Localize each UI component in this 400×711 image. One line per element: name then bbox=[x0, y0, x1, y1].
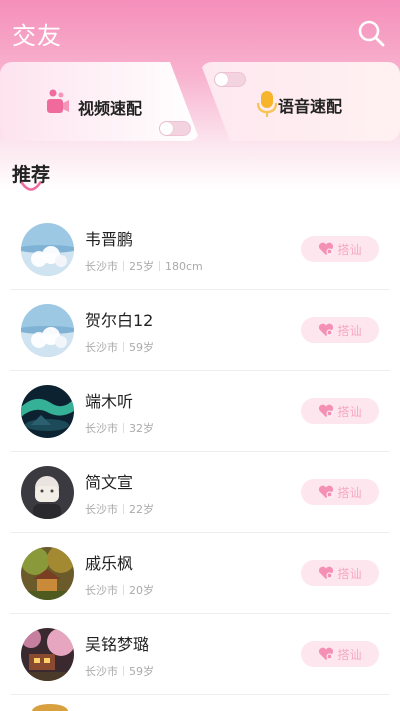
search-button[interactable] bbox=[356, 18, 386, 48]
next-avatar-peek bbox=[32, 704, 68, 711]
user-meta: 长沙市 25岁 180cm bbox=[85, 258, 203, 274]
meta-divider bbox=[123, 261, 124, 271]
user-height: 180cm bbox=[165, 260, 203, 273]
user-city: 长沙市 bbox=[85, 341, 118, 354]
user-name: 贺尔白12 bbox=[85, 311, 154, 330]
user-age: 20岁 bbox=[129, 584, 154, 597]
video-match-label: 视频速配 bbox=[78, 99, 143, 118]
meta-divider bbox=[123, 585, 124, 595]
heart-icon bbox=[319, 404, 334, 417]
section-underline-decoration bbox=[20, 181, 42, 191]
heart-icon bbox=[319, 485, 334, 498]
heart-icon bbox=[319, 323, 334, 336]
meta-divider bbox=[123, 504, 124, 514]
toggle-knob bbox=[160, 122, 173, 135]
avatar-dandelion-image bbox=[21, 304, 74, 357]
chat-up-label: 搭讪 bbox=[337, 323, 362, 338]
avatar[interactable] bbox=[21, 304, 74, 357]
chat-up-button[interactable]: 搭讪 bbox=[301, 398, 379, 424]
voice-match-toggle[interactable] bbox=[214, 72, 246, 87]
meta-divider bbox=[123, 666, 124, 676]
chat-up-button[interactable]: 搭讪 bbox=[301, 641, 379, 667]
user-age: 32岁 bbox=[129, 422, 154, 435]
heart-icon bbox=[319, 242, 334, 255]
video-match-card[interactable]: 视频速配 bbox=[0, 62, 200, 141]
user-row[interactable]: 吴铭梦璐 长沙市 59岁 搭讪 bbox=[10, 614, 390, 695]
user-name: 戚乐枫 bbox=[85, 554, 134, 573]
user-city: 长沙市 bbox=[85, 665, 118, 678]
user-age: 22岁 bbox=[129, 503, 154, 516]
voice-match-card[interactable]: 语音速配 bbox=[200, 62, 400, 141]
user-meta: 长沙市 59岁 bbox=[85, 339, 154, 355]
user-meta: 长沙市 20岁 bbox=[85, 582, 154, 598]
avatar-blossom-house-image bbox=[21, 628, 74, 681]
user-age: 59岁 bbox=[129, 341, 154, 354]
avatar-forest-house-image bbox=[21, 547, 74, 600]
avatar[interactable] bbox=[21, 547, 74, 600]
chat-up-button[interactable]: 搭讪 bbox=[301, 317, 379, 343]
user-row[interactable]: 贺尔白12 长沙市 59岁 搭讪 bbox=[10, 290, 390, 371]
avatar-dandelion-image bbox=[21, 223, 74, 276]
avatar-aurora-image bbox=[21, 385, 74, 438]
toggle-knob bbox=[215, 73, 228, 86]
user-meta: 长沙市 22岁 bbox=[85, 501, 154, 517]
search-icon bbox=[358, 20, 385, 47]
page-title: 交友 bbox=[12, 22, 62, 50]
meta-divider bbox=[123, 423, 124, 433]
user-list: 韦晋鹏 长沙市 25岁 180cm 搭讪 贺尔白12 长沙市 59岁 搭讪 端木… bbox=[10, 209, 390, 695]
user-row[interactable]: 戚乐枫 长沙市 20岁 搭讪 bbox=[10, 533, 390, 614]
heart-icon bbox=[319, 566, 334, 579]
heart-icon bbox=[319, 647, 334, 660]
avatar[interactable] bbox=[21, 223, 74, 276]
user-city: 长沙市 bbox=[85, 260, 118, 273]
user-name: 简文宣 bbox=[85, 473, 134, 492]
avatar-anime-girl-image bbox=[21, 466, 74, 519]
user-row[interactable]: 端木听 长沙市 32岁 搭讪 bbox=[10, 371, 390, 452]
user-city: 长沙市 bbox=[85, 422, 118, 435]
chat-up-label: 搭讪 bbox=[337, 647, 362, 662]
microphone-icon bbox=[256, 91, 278, 117]
app-header: 交友 bbox=[0, 0, 400, 64]
chat-up-button[interactable]: 搭讪 bbox=[301, 236, 379, 262]
video-camera-icon bbox=[47, 89, 69, 113]
user-city: 长沙市 bbox=[85, 584, 118, 597]
chat-up-label: 搭讪 bbox=[337, 485, 362, 500]
avatar[interactable] bbox=[21, 466, 74, 519]
user-age: 59岁 bbox=[129, 665, 154, 678]
avatar[interactable] bbox=[21, 628, 74, 681]
user-meta: 长沙市 32岁 bbox=[85, 420, 154, 436]
voice-match-label: 语音速配 bbox=[278, 97, 343, 116]
meta-divider bbox=[159, 261, 160, 271]
chat-up-label: 搭讪 bbox=[337, 404, 362, 419]
user-row[interactable]: 韦晋鹏 长沙市 25岁 180cm 搭讪 bbox=[10, 209, 390, 290]
meta-divider bbox=[123, 342, 124, 352]
chat-up-button[interactable]: 搭讪 bbox=[301, 560, 379, 586]
user-name: 端木听 bbox=[85, 392, 134, 411]
user-meta: 长沙市 59岁 bbox=[85, 663, 154, 679]
chat-up-label: 搭讪 bbox=[337, 566, 362, 581]
user-name: 韦晋鹏 bbox=[85, 230, 134, 249]
chat-up-label: 搭讪 bbox=[337, 242, 362, 257]
avatar[interactable] bbox=[21, 385, 74, 438]
chat-up-button[interactable]: 搭讪 bbox=[301, 479, 379, 505]
user-age: 25岁 bbox=[129, 260, 154, 273]
user-city: 长沙市 bbox=[85, 503, 118, 516]
user-name: 吴铭梦璐 bbox=[85, 635, 150, 654]
video-match-toggle[interactable] bbox=[159, 121, 191, 136]
user-row[interactable]: 简文宣 长沙市 22岁 搭讪 bbox=[10, 452, 390, 533]
